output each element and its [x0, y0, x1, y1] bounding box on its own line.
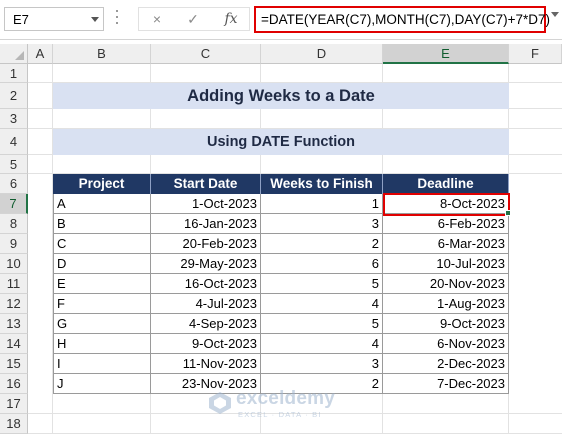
start-date-cell[interactable]: 1-Oct-2023: [151, 194, 261, 214]
column-header-c[interactable]: C: [151, 44, 261, 64]
project-cell[interactable]: F: [53, 294, 151, 314]
start-date-cell[interactable]: 16-Jan-2023: [151, 214, 261, 234]
formula-input[interactable]: =DATE(YEAR(C7),MONTH(C7),DAY(C7)+7*D7): [254, 6, 550, 33]
column-header-d[interactable]: D: [261, 44, 383, 64]
row-header-11[interactable]: 11: [0, 274, 28, 294]
select-all-icon: [15, 51, 24, 60]
row-header-4[interactable]: 4: [0, 129, 28, 155]
deadline-cell[interactable]: 6-Mar-2023: [383, 234, 509, 254]
project-cell[interactable]: I: [53, 354, 151, 374]
start-date-cell[interactable]: 4-Sep-2023: [151, 314, 261, 334]
row-header-3[interactable]: 3: [0, 109, 28, 129]
start-date-cell[interactable]: 20-Feb-2023: [151, 234, 261, 254]
drag-handle-icon[interactable]: [115, 10, 119, 28]
deadline-cell[interactable]: 20-Nov-2023: [383, 274, 509, 294]
row-header-16[interactable]: 16: [0, 374, 28, 394]
weeks-cell[interactable]: 3: [261, 214, 383, 234]
start-date-cell[interactable]: 9-Oct-2023: [151, 334, 261, 354]
row-header-17[interactable]: 17: [0, 394, 28, 414]
select-all-button[interactable]: [0, 44, 28, 64]
start-date-cell[interactable]: 29-May-2023: [151, 254, 261, 274]
row-header-8[interactable]: 8: [0, 214, 28, 234]
watermark-name: exceldemy: [236, 388, 335, 409]
name-box-value: E7: [13, 12, 29, 27]
sheet-subtitle: Using DATE Function: [53, 129, 509, 155]
weeks-cell[interactable]: 2: [261, 234, 383, 254]
sheet-title: Adding Weeks to a Date: [53, 83, 509, 109]
deadline-cell[interactable]: 2-Dec-2023: [383, 354, 509, 374]
deadline-cell[interactable]: 10-Jul-2023: [383, 254, 509, 274]
row-header-10[interactable]: 10: [0, 254, 28, 274]
active-cell-highlight: [383, 193, 510, 216]
column-header-b[interactable]: B: [53, 44, 151, 64]
weeks-cell[interactable]: 5: [261, 274, 383, 294]
weeks-cell[interactable]: 4: [261, 294, 383, 314]
name-box[interactable]: E7: [4, 7, 104, 31]
table-header-start-date[interactable]: Start Date: [151, 174, 261, 194]
project-cell[interactable]: C: [53, 234, 151, 254]
row-header-1[interactable]: 1: [0, 64, 28, 83]
formula-bar: E7 × ✓ fx =DATE(YEAR(C7),MONTH(C7),DAY(C…: [0, 0, 562, 40]
row-header-2[interactable]: 2: [0, 83, 28, 109]
table-header-deadline[interactable]: Deadline: [383, 174, 509, 194]
column-header-f[interactable]: F: [509, 44, 562, 64]
insert-function-icon[interactable]: fx: [219, 11, 243, 29]
row-header-12[interactable]: 12: [0, 294, 28, 314]
table-header-project[interactable]: Project: [53, 174, 151, 194]
project-cell[interactable]: J: [53, 374, 151, 394]
project-cell[interactable]: H: [53, 334, 151, 354]
cancel-icon[interactable]: ×: [145, 11, 169, 29]
row-header-9[interactable]: 9: [0, 234, 28, 254]
project-cell[interactable]: D: [53, 254, 151, 274]
start-date-cell[interactable]: 4-Jul-2023: [151, 294, 261, 314]
row-header-14[interactable]: 14: [0, 334, 28, 354]
weeks-cell[interactable]: 1: [261, 194, 383, 214]
row-header-5[interactable]: 5: [0, 155, 28, 174]
formula-actions: × ✓ fx: [138, 7, 250, 31]
start-date-cell[interactable]: 16-Oct-2023: [151, 274, 261, 294]
enter-icon[interactable]: ✓: [181, 11, 205, 29]
weeks-cell[interactable]: 4: [261, 334, 383, 354]
watermark: exceldemy EXCEL · DATA · BI: [208, 388, 358, 420]
fill-handle[interactable]: [505, 210, 511, 216]
project-cell[interactable]: G: [53, 314, 151, 334]
row-header-6[interactable]: 6: [0, 174, 28, 194]
deadline-cell[interactable]: 6-Feb-2023: [383, 214, 509, 234]
row-header-15[interactable]: 15: [0, 354, 28, 374]
deadline-cell[interactable]: 1-Aug-2023: [383, 294, 509, 314]
formula-text: =DATE(YEAR(C7),MONTH(C7),DAY(C7)+7*D7): [261, 12, 551, 27]
chevron-down-icon[interactable]: [91, 17, 99, 22]
weeks-cell[interactable]: 3: [261, 354, 383, 374]
watermark-tagline: EXCEL · DATA · BI: [238, 410, 322, 419]
row-header-7[interactable]: 7: [0, 194, 28, 214]
column-header-a[interactable]: A: [28, 44, 53, 64]
deadline-cell[interactable]: 9-Oct-2023: [383, 314, 509, 334]
row-header-18[interactable]: 18: [0, 414, 28, 434]
start-date-cell[interactable]: 11-Nov-2023: [151, 354, 261, 374]
deadline-cell[interactable]: 6-Nov-2023: [383, 334, 509, 354]
table-header-weeks[interactable]: Weeks to Finish: [261, 174, 383, 194]
project-cell[interactable]: B: [53, 214, 151, 234]
project-cell[interactable]: E: [53, 274, 151, 294]
exceldemy-logo-icon: [209, 392, 231, 414]
weeks-cell[interactable]: 6: [261, 254, 383, 274]
expand-formula-bar-icon[interactable]: [551, 12, 559, 17]
deadline-cell[interactable]: 7-Dec-2023: [383, 374, 509, 394]
project-cell[interactable]: A: [53, 194, 151, 214]
column-header-e[interactable]: E: [383, 44, 509, 64]
weeks-cell[interactable]: 5: [261, 314, 383, 334]
row-header-13[interactable]: 13: [0, 314, 28, 334]
